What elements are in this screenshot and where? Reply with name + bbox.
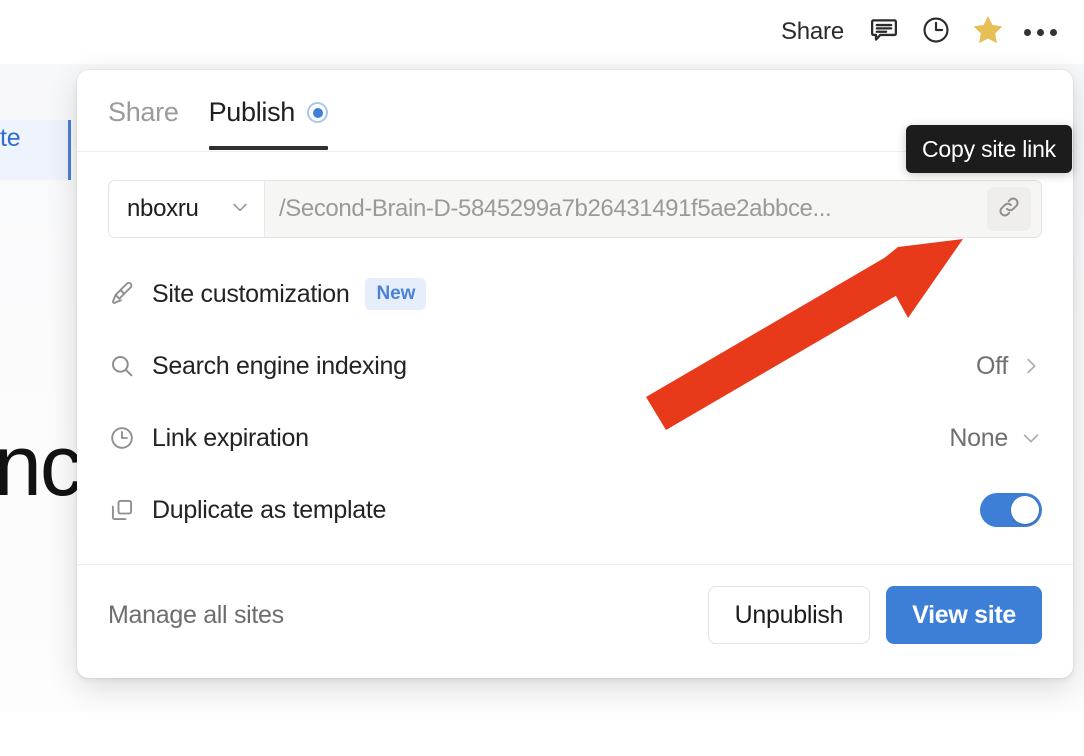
publish-status-radio-icon [307,102,329,123]
chevron-down-icon[interactable] [1020,427,1042,449]
comment-icon [868,14,900,51]
domain-selector[interactable]: nboxru [109,181,265,237]
view-site-button[interactable]: View site [886,586,1042,644]
history-button[interactable] [910,10,962,54]
option-label: Site customization [152,279,350,308]
duplicate-as-template-toggle[interactable] [980,493,1042,527]
option-value: Off [976,351,1008,380]
tab-publish[interactable]: Publish [208,70,329,150]
option-duplicate-as-template[interactable]: Duplicate as template [108,474,1042,546]
manage-all-sites-link[interactable]: Manage all sites [108,601,284,630]
paintbrush-icon [108,280,152,308]
history-clock-icon [920,14,952,51]
duplicate-icon [108,496,152,524]
domain-name: nboxru [127,195,199,222]
copy-site-link-tooltip: Copy site link [906,125,1072,173]
option-label: Search engine indexing [152,351,407,380]
tab-share-label: Share [108,97,179,127]
site-url-text: /Second-Brain-D-5845299a7b26431491f5ae2a… [279,195,832,222]
option-site-customization[interactable]: Site customization New [108,258,1042,330]
link-icon [996,194,1022,225]
option-label: Duplicate as template [152,495,387,524]
tab-share[interactable]: Share [108,70,179,150]
site-url-input[interactable]: /Second-Brain-D-5845299a7b26431491f5ae2a… [265,181,1041,237]
clock-icon [108,424,152,452]
option-link-expiration[interactable]: Link expiration None [108,402,1042,474]
top-toolbar: Share [0,0,1084,64]
new-badge: New [365,278,427,310]
option-value: None [949,423,1008,452]
copy-site-link-button[interactable] [987,187,1031,231]
dialog-footer: Manage all sites Unpublish View site [77,565,1073,665]
background-link-text[interactable]: te [0,124,60,153]
search-icon [108,352,152,380]
option-label: Link expiration [152,423,309,452]
unpublish-button[interactable]: Unpublish [707,586,871,644]
favorite-button[interactable] [962,10,1014,54]
page-footer-area [0,712,1084,756]
screen-root: te nc Share Share Publish nboxru /Second… [0,0,1084,756]
share-button[interactable]: Share [767,10,858,54]
chevron-right-icon[interactable] [1020,355,1042,377]
more-options-button[interactable] [1014,10,1066,54]
background-highlight-bar [68,120,71,180]
site-url-row: nboxru /Second-Brain-D-5845299a7b2643149… [108,180,1042,238]
publish-options-list: Site customization New Search engine ind… [77,258,1073,546]
option-search-engine-indexing[interactable]: Search engine indexing Off [108,330,1042,402]
chevron-down-icon [230,197,250,222]
comment-button[interactable] [858,10,910,54]
more-options-icon [1023,28,1057,36]
tab-publish-label: Publish [208,97,296,127]
star-icon [970,12,1006,53]
background-page-title: nc [0,418,83,514]
